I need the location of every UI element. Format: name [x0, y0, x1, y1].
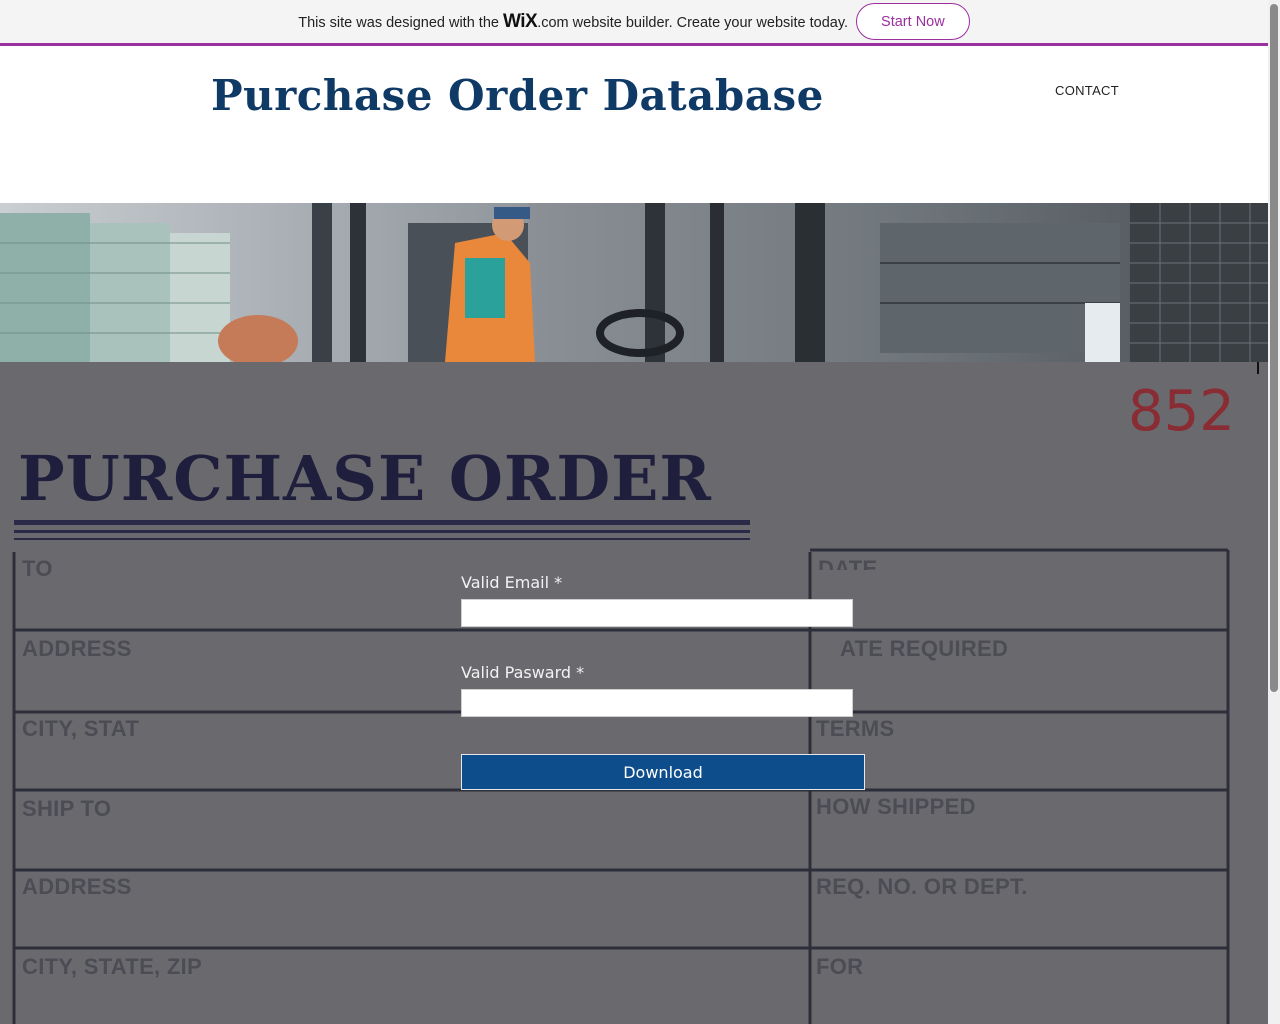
- wix-domain: .com: [537, 14, 569, 31]
- po-label-req-no: REQ. NO. OR DEPT.: [816, 874, 1028, 899]
- download-button[interactable]: Download: [461, 754, 865, 790]
- po-label-for: FOR: [816, 954, 864, 979]
- hero-warehouse-illustration: [0, 203, 1268, 362]
- po-label-address-2: ADDRESS: [22, 874, 132, 899]
- wix-promo-banner: This site was designed with the WiX.com …: [0, 0, 1268, 46]
- po-label-city-state-zip: CITY, STATE, ZIP: [22, 954, 202, 979]
- po-label-address: ADDRESS: [22, 636, 132, 661]
- page: This site was designed with the WiX.com …: [0, 0, 1280, 1024]
- po-label-to: TO: [22, 556, 53, 581]
- wix-text-after: website builder. Create your website tod…: [568, 14, 849, 31]
- password-label: Valid Pasward *: [461, 663, 585, 682]
- po-label-date-required: ATE REQUIRED: [840, 636, 1009, 661]
- po-label-city-state: CITY, STAT: [22, 716, 140, 741]
- page-scrollbar[interactable]: [1268, 0, 1280, 1024]
- email-input[interactable]: [461, 599, 853, 627]
- po-label-terms: TERMS: [816, 716, 895, 741]
- po-number-fragment: 852: [1128, 380, 1235, 432]
- wix-promo-text: This site was designed with the WiX.com …: [298, 11, 848, 33]
- site-header: Purchase Order Database CONTACT: [0, 49, 1268, 203]
- purchase-order-section: 852 PURCHASE ORDER TO DATE ADDRESS ATE R…: [0, 362, 1268, 1024]
- po-label-ship-to: SHIP TO: [22, 796, 112, 821]
- po-heading: PURCHASE ORDER: [18, 442, 712, 515]
- po-label-how-shipped: HOW SHIPPED: [816, 794, 976, 819]
- hero-image: [0, 203, 1268, 362]
- wix-logo: WiX: [502, 10, 538, 32]
- site-title[interactable]: Purchase Order Database: [211, 71, 824, 120]
- start-now-button[interactable]: Start Now: [856, 3, 970, 40]
- po-label-date: DATE: [818, 556, 878, 570]
- scrollbar-thumb[interactable]: [1270, 4, 1278, 692]
- email-label: Valid Email *: [461, 573, 563, 592]
- wix-text-before: This site was designed with the: [298, 14, 503, 31]
- nav-contact-link[interactable]: CONTACT: [1055, 83, 1119, 98]
- password-input[interactable]: [461, 689, 853, 717]
